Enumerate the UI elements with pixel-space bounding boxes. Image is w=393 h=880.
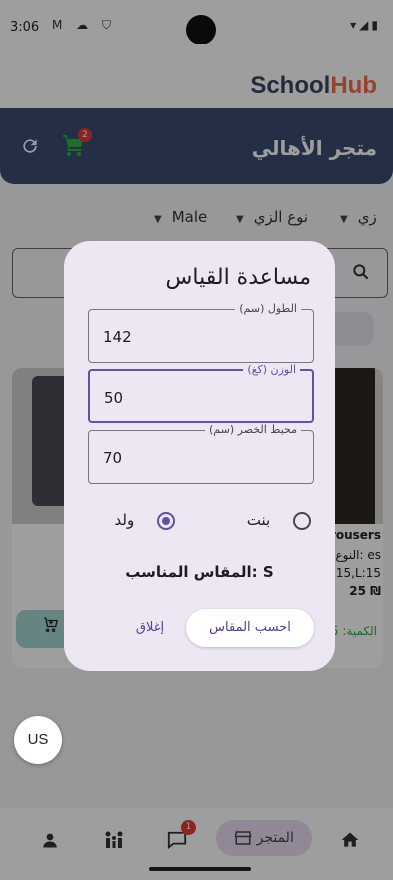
radio-girl[interactable]: بنت	[247, 511, 311, 530]
radio-button-selected	[157, 511, 175, 530]
language-fab[interactable]: US	[14, 716, 62, 764]
height-field-value: 142	[103, 328, 132, 346]
app-screen: 3:06 M ☁ ⛉ ▾◢▮ SchoolHub 2 متجر الأهالي …	[0, 0, 393, 880]
radio-boy[interactable]: ولد	[115, 511, 175, 530]
waist-field-value: 70	[103, 449, 123, 467]
close-button[interactable]: إغلاق	[120, 609, 180, 647]
radio-girl-label: بنت	[246, 511, 271, 529]
radio-button-unselected	[293, 511, 311, 530]
size-helper-dialog: مساعدة القياس الطول (سم) 142 الوزن (كغ) …	[64, 241, 335, 671]
waist-field-label: محيط الخصر (سم)	[205, 423, 301, 436]
radio-boy-label: ولد	[114, 511, 135, 529]
dialog-title: مساعدة القياس	[165, 265, 311, 290]
waist-field[interactable]: محيط الخصر (سم) 70	[88, 423, 314, 484]
weight-field-label: الوزن (كغ)	[243, 363, 300, 376]
height-field-label: الطول (سم)	[235, 302, 301, 315]
height-field[interactable]: الطول (سم) 142	[88, 302, 314, 363]
weight-field[interactable]: الوزن (كغ) 50	[88, 363, 314, 423]
calculate-size-button[interactable]: احسب المقاس	[186, 609, 314, 647]
size-result: S :المقاس المناسب	[125, 563, 274, 581]
weight-field-value: 50	[104, 389, 124, 407]
